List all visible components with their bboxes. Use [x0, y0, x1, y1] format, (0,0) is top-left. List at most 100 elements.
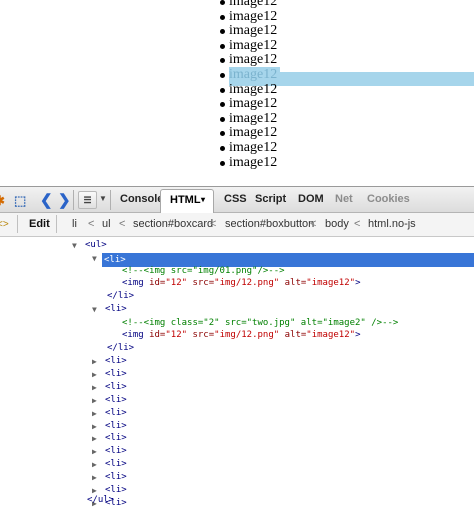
- collapsed-triangle-icon[interactable]: ▶: [92, 355, 97, 368]
- attr-value: "12": [165, 278, 188, 288]
- collapsed-triangle-icon[interactable]: ▶: [92, 394, 97, 407]
- tag-li-open: <li>: [105, 304, 127, 314]
- attr-value: "image12": [306, 330, 356, 340]
- breadcrumb: <> Edit li < ul < section#boxcard < sect…: [0, 213, 474, 237]
- tag-img-open: <img: [122, 330, 150, 340]
- breadcrumb-item-html[interactable]: html.no-js: [368, 218, 416, 230]
- breadcrumb-divider: [17, 215, 18, 233]
- tab-html[interactable]: HTML ▾: [160, 189, 214, 213]
- tag-li-open: <li>: [105, 381, 127, 392]
- tag-li-open: <li>: [105, 472, 127, 483]
- img-element: <img id="12" src="img/12.png" alt="image…: [122, 329, 361, 342]
- collapsed-triangle-icon[interactable]: ▶: [92, 368, 97, 381]
- list-item-text: image12: [229, 110, 278, 126]
- tab-dom[interactable]: DOM: [298, 193, 324, 205]
- collapsed-triangle-icon[interactable]: ▶: [92, 458, 97, 471]
- list-item: image12: [219, 52, 280, 68]
- attr-name: id=: [149, 278, 166, 288]
- tab-html-label: HTML: [170, 194, 201, 206]
- list-item: image12: [219, 81, 280, 98]
- tab-css[interactable]: CSS: [224, 193, 247, 205]
- chevron-down-icon[interactable]: ▾: [201, 195, 205, 204]
- breadcrumb-item-ul[interactable]: ul: [102, 218, 111, 230]
- back-arrow-icon[interactable]: ❮: [40, 191, 53, 209]
- attr-value: "img/12.png": [214, 278, 280, 288]
- breadcrumb-separator: <: [354, 218, 361, 230]
- breadcrumb-item-section-boxbutton[interactable]: section#boxbutton: [225, 218, 314, 230]
- list-item: image12: [219, 8, 280, 25]
- list-item-text: image12: [229, 81, 278, 97]
- tag-img-close: >: [355, 278, 361, 288]
- inspect-mode-icon[interactable]: <>: [0, 219, 9, 230]
- list-item-text: image12: [229, 125, 278, 141]
- list-item-text: image12: [229, 37, 278, 53]
- tab-script[interactable]: Script: [255, 193, 286, 205]
- list-item-text: image12: [229, 23, 278, 39]
- collapsed-triangle-icon[interactable]: ▶: [92, 381, 97, 394]
- attr-value: "12": [165, 330, 188, 340]
- collapsed-triangle-icon[interactable]: ▶: [92, 420, 97, 433]
- toolbar-divider: [110, 190, 111, 210]
- forward-arrow-icon[interactable]: ❯: [58, 191, 71, 209]
- img-element: <img id="12" src="img/12.png" alt="image…: [122, 277, 361, 290]
- tag-li-open: <li>: [105, 459, 127, 470]
- list-item-text: image12: [229, 154, 278, 170]
- list-item-text: image12: [229, 139, 278, 155]
- image-list: image12 image12 image12 image12 image12 image…: [219, 0, 281, 171]
- list-item: image12: [219, 154, 280, 171]
- tag-li-open: <li>: [105, 407, 127, 418]
- list-item: image12: [219, 66, 281, 83]
- tag-li-open: <li>: [105, 356, 127, 366]
- breadcrumb-item-li[interactable]: li: [72, 218, 77, 230]
- tab-net[interactable]: Net: [335, 193, 353, 205]
- list-item: image12: [219, 110, 280, 127]
- tag-img-open: <img: [122, 278, 150, 288]
- tag-li-open: <li>: [104, 255, 126, 265]
- attr-name: alt=: [284, 330, 307, 340]
- expanded-triangle-icon[interactable]: ▼: [92, 303, 97, 316]
- list-item: image12: [219, 37, 280, 54]
- list-item: image12: [219, 96, 280, 112]
- tag-li-close: </li>: [107, 343, 135, 353]
- collapsed-triangle-icon[interactable]: ▶: [92, 407, 97, 420]
- tab-console[interactable]: Console: [120, 193, 163, 205]
- list-item: image12: [219, 139, 280, 156]
- attr-name: alt=: [284, 278, 307, 288]
- breadcrumb-separator: <: [210, 218, 217, 230]
- breadcrumb-item-section-boxcard[interactable]: section#boxcard: [133, 218, 213, 230]
- inspect-icon[interactable]: ⬚: [14, 193, 26, 209]
- tag-li-open: <li>: [105, 420, 127, 431]
- edit-button[interactable]: Edit: [29, 218, 50, 230]
- panel-list-icon[interactable]: ☰: [78, 191, 97, 209]
- expanded-triangle-icon[interactable]: ▼: [72, 239, 77, 252]
- attr-name: src=: [192, 278, 215, 288]
- list-item: image12: [219, 23, 280, 39]
- collapsed-triangle-icon[interactable]: ▶: [92, 432, 97, 445]
- rendered-page: image12 image12 image12 image12 image12 image…: [0, 0, 474, 186]
- list-item-text: image12: [229, 8, 278, 24]
- expanded-triangle-icon[interactable]: ▼: [92, 254, 97, 263]
- html-tree-panel: ▼ <ul> <li> ▼ <!--<img src="img/01.png"/…: [0, 237, 474, 508]
- tab-cookies[interactable]: Cookies: [367, 193, 410, 205]
- collapsed-triangle-icon[interactable]: ▶: [92, 471, 97, 484]
- toolbar-divider: [73, 190, 74, 210]
- breadcrumb-item-body[interactable]: body: [325, 218, 349, 230]
- breadcrumb-separator: <: [119, 218, 126, 230]
- attr-name: src=: [192, 330, 215, 340]
- firebug-toolbar: ✱ ⬚ ❮ ❯ ☰ ▼ Console HTML ▾ CSS Script DO…: [0, 186, 474, 213]
- firebug-bug-icon[interactable]: ✱: [0, 193, 5, 209]
- tag-li-close: </li>: [107, 291, 135, 301]
- tag-ul-close: </ul>: [87, 495, 115, 505]
- collapsed-triangle-icon[interactable]: ▶: [92, 445, 97, 458]
- breadcrumb-separator: <: [88, 218, 95, 230]
- list-item-text: image12: [229, 96, 278, 112]
- dropdown-icon[interactable]: ▼: [99, 194, 107, 203]
- tag-li-open: <li>: [105, 368, 127, 379]
- list-item-text: image12: [229, 52, 278, 68]
- tag-li-open: <li>: [105, 446, 127, 457]
- breadcrumb-separator: <: [310, 218, 317, 230]
- breadcrumb-divider: [56, 215, 57, 233]
- attr-value: "image12": [306, 278, 356, 288]
- list-item-text: image12: [229, 66, 281, 82]
- attr-name: id=: [149, 330, 166, 340]
